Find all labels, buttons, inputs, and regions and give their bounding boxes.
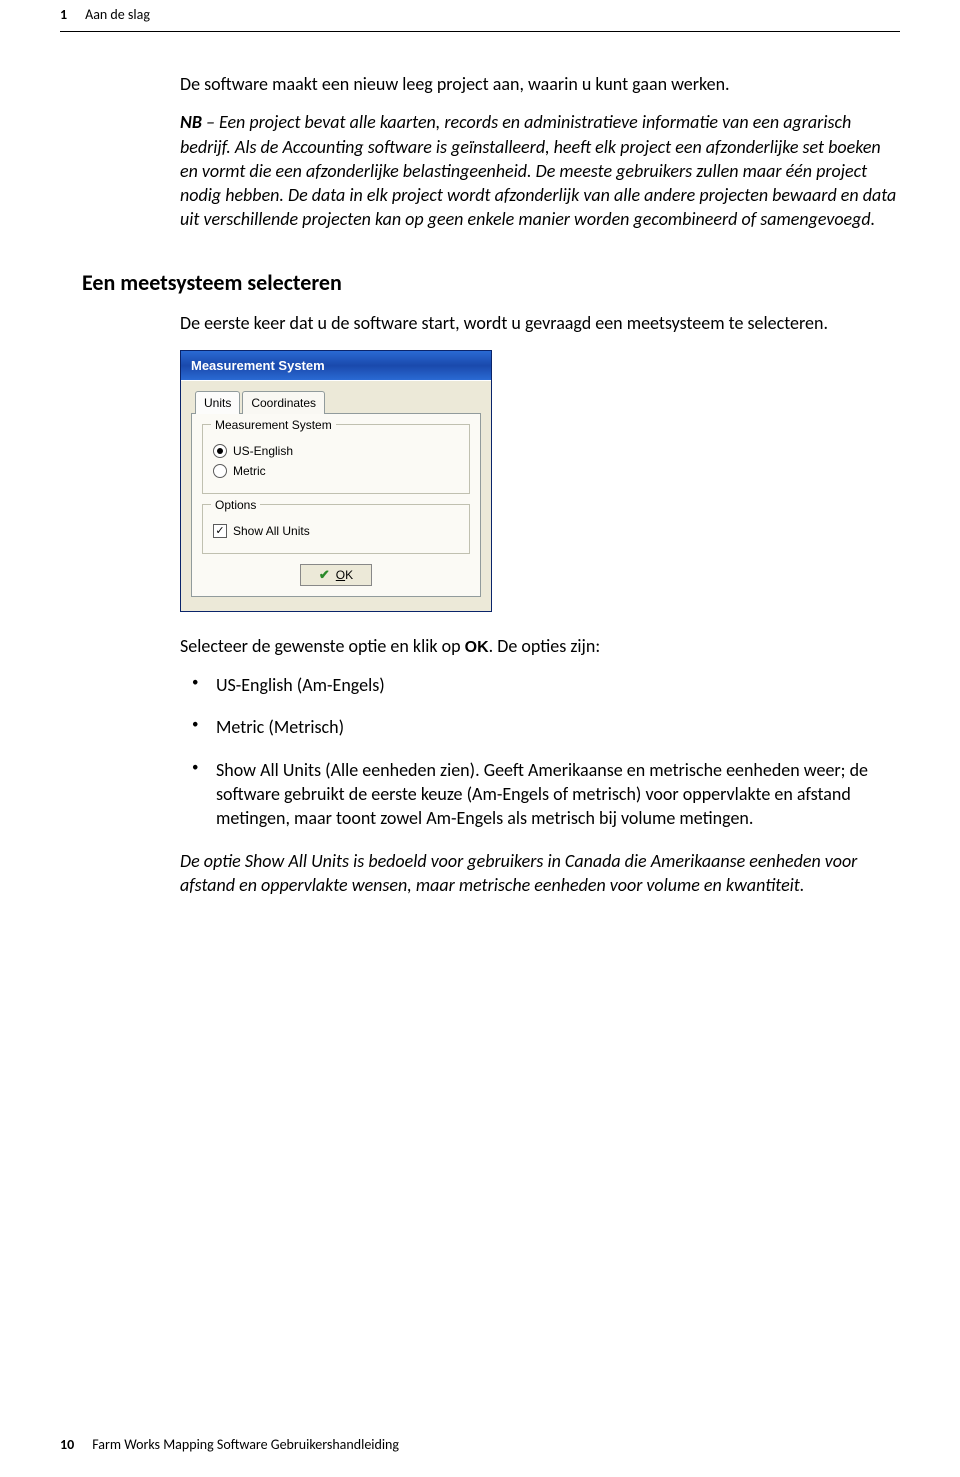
chapter-title: Aan de slag — [85, 6, 150, 23]
paragraph: De eerste keer dat u de software start, … — [180, 311, 900, 335]
group-label: Measurement System — [211, 417, 336, 433]
radio-metric[interactable]: Metric — [213, 463, 459, 479]
check-icon: ✔ — [319, 567, 330, 583]
note-paragraph: De optie Show All Units is bedoeld voor … — [180, 849, 900, 898]
paragraph: Selecteer de gewenste optie en klik op O… — [180, 634, 900, 659]
chapter-number: 1 — [60, 6, 67, 23]
radio-us-english[interactable]: US-English — [213, 443, 459, 459]
options-list: US-English (Am-Engels) Metric (Metrisch)… — [180, 673, 900, 830]
checkbox-label: Show All Units — [233, 523, 310, 539]
paragraph: De software maakt een nieuw leeg project… — [180, 72, 900, 96]
section-heading: Een meetsysteem selecteren — [82, 268, 900, 298]
dialog-titlebar: Measurement System — [181, 351, 491, 381]
list-item: Metric (Metrisch) — [216, 715, 900, 739]
text: . De opties zijn: — [489, 635, 601, 657]
radio-icon — [213, 444, 227, 458]
list-item: Show All Units (Alle eenheden zien). Gee… — [216, 758, 900, 831]
note-body: – Een project bevat alle kaarten, record… — [180, 111, 896, 230]
group-measurement-system: Measurement System US-English Metric — [202, 424, 470, 495]
footer-title: Farm Works Mapping Software Gebruikersha… — [92, 1436, 399, 1453]
ok-inline: OK — [465, 639, 489, 656]
dialog-tabs: Units Coordinates — [195, 391, 481, 413]
checkbox-show-all-units[interactable]: ✓ Show All Units — [213, 523, 459, 539]
ok-button[interactable]: ✔ OK — [300, 564, 372, 586]
note-label: NB — [180, 111, 202, 133]
group-options: Options ✓ Show All Units — [202, 504, 470, 554]
dialog-screenshot: Measurement System Units Coordinates Mea… — [180, 350, 900, 613]
page-header: 1 Aan de slag — [60, 0, 900, 32]
radio-label: US-English — [233, 443, 293, 459]
ok-button-label: OK — [336, 568, 353, 582]
note-paragraph: NB – Een project bevat alle kaarten, rec… — [180, 110, 900, 231]
radio-label: Metric — [233, 463, 266, 479]
list-item: US-English (Am-Engels) — [216, 673, 900, 697]
tab-pane: Measurement System US-English Metric — [191, 413, 481, 598]
text: Selecteer de gewenste optie en klik op — [180, 635, 465, 657]
radio-icon — [213, 464, 227, 478]
page-number: 10 — [60, 1436, 74, 1453]
tab-units[interactable]: Units — [195, 391, 240, 413]
group-label: Options — [211, 497, 260, 513]
tab-coordinates[interactable]: Coordinates — [242, 391, 325, 413]
checkbox-icon: ✓ — [213, 524, 227, 538]
page-footer: 10 Farm Works Mapping Software Gebruikers… — [60, 1436, 399, 1453]
measurement-system-dialog: Measurement System Units Coordinates Mea… — [180, 350, 492, 613]
